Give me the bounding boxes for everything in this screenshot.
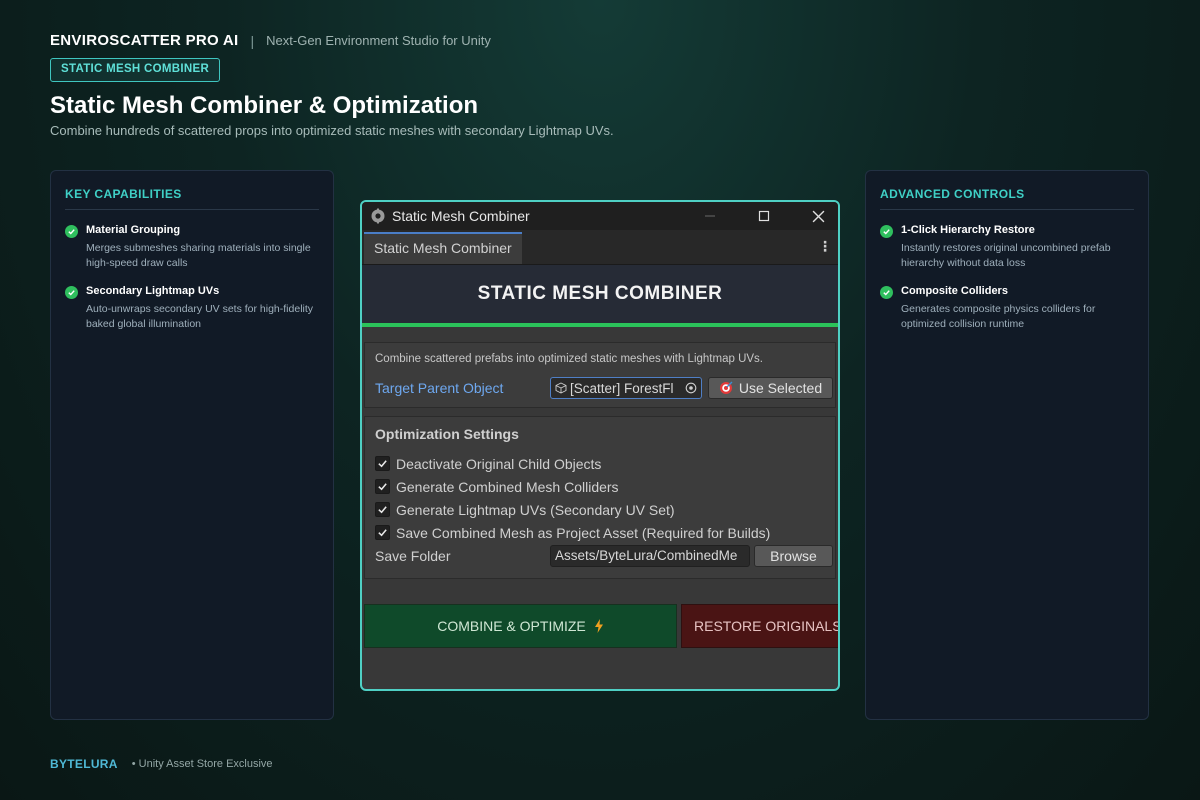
option-generate-lightmap-uvs[interactable]: Generate Lightmap UVs (Secondary UV Set)	[375, 498, 825, 521]
check-circle-icon	[880, 225, 893, 238]
feature-description: Merges submeshes sharing materials into …	[86, 241, 311, 271]
footer-note: • Unity Asset Store Exclusive	[131, 758, 273, 770]
target-object-value: [Scatter] ForestFl	[570, 380, 674, 396]
close-button[interactable]	[803, 202, 833, 230]
option-deactivate-originals[interactable]: Deactivate Original Child Objects	[375, 452, 825, 475]
unity-gear-icon	[371, 208, 385, 224]
panel-heading: KEY CAPABILITIES	[65, 187, 319, 210]
combine-label: COMBINE & OPTIMIZE	[437, 618, 586, 634]
feature-description: Auto-unwraps secondary UV sets for high-…	[86, 302, 313, 332]
feature-desc-line: Generates composite physics colliders fo…	[901, 303, 1096, 315]
feature-item: Composite Colliders Generates composite …	[880, 285, 1134, 332]
feature-title: Composite Colliders	[901, 285, 1008, 297]
advanced-controls-panel: ADVANCED CONTROLS 1-Click Hierarchy Rest…	[865, 170, 1149, 720]
option-label: Generate Combined Mesh Colliders	[396, 478, 619, 495]
close-icon	[812, 210, 824, 222]
checkbox[interactable]	[375, 456, 390, 471]
panel-heading: ADVANCED CONTROLS	[880, 187, 1134, 210]
editor-tab-bar: Static Mesh Combiner ⋮	[362, 230, 838, 265]
save-folder-field[interactable]: Assets/ByteLura/CombinedMe	[550, 545, 750, 567]
feature-title: Material Grouping	[86, 224, 181, 236]
checkmark-icon	[378, 460, 387, 468]
object-picker-icon[interactable]	[685, 382, 697, 394]
tool-description: Combine scattered prefabs into optimized…	[375, 353, 763, 365]
section-badge: STATIC MESH COMBINER	[50, 58, 221, 82]
checkmark-icon	[378, 506, 387, 514]
footer-brand: BYTELURA	[50, 757, 118, 771]
feature-item: Secondary Lightmap UVs Auto-unwraps seco…	[65, 285, 319, 332]
feature-description: Generates composite physics colliders fo…	[901, 302, 1095, 332]
use-selected-button[interactable]: Use Selected	[708, 377, 833, 399]
window-titlebar[interactable]: Static Mesh Combiner	[362, 202, 838, 230]
option-generate-colliders[interactable]: Generate Combined Mesh Colliders	[375, 475, 825, 498]
browse-button[interactable]: Browse	[754, 545, 833, 567]
brand-header: ENVIROSCATTER PRO AI | Next-Gen Environm…	[50, 32, 491, 49]
maximize-icon	[758, 210, 770, 222]
save-folder-label: Save Folder	[375, 548, 451, 564]
restore-originals-button[interactable]: RESTORE ORIGINALS	[681, 604, 838, 648]
feature-desc-line: Auto-unwraps secondary UV sets for high-…	[86, 303, 314, 315]
window-banner: STATIC MESH COMBINER	[362, 265, 838, 323]
feature-desc-line: optimized collision runtime	[901, 318, 1025, 330]
maximize-button[interactable]	[749, 202, 779, 230]
tab-static-mesh-combiner[interactable]: Static Mesh Combiner	[364, 232, 522, 264]
page-subtitle: Combine hundreds of scattered props into…	[50, 123, 614, 138]
target-row: Target Parent Object [Scatter] ForestFl …	[375, 377, 833, 399]
target-object-field[interactable]: [Scatter] ForestFl	[550, 377, 702, 399]
kebab-menu-icon[interactable]: ⋮	[818, 238, 832, 255]
optimization-settings-section: Optimization Settings Deactivate Origina…	[364, 416, 836, 579]
cube-icon	[555, 382, 567, 394]
key-capabilities-panel: KEY CAPABILITIES Material Grouping Merge…	[50, 170, 334, 720]
option-label: Generate Lightmap UVs (Secondary UV Set)	[396, 501, 675, 518]
checkbox[interactable]	[375, 479, 390, 494]
target-icon	[719, 381, 733, 394]
checkbox[interactable]	[375, 502, 390, 517]
checkmark-icon	[378, 529, 387, 537]
window-title: Static Mesh Combiner	[392, 208, 530, 224]
feature-desc-line: baked global illumination	[86, 318, 201, 330]
feature-desc-line: Instantly restores original uncombined p…	[901, 242, 1111, 254]
check-circle-icon	[65, 225, 78, 238]
static-mesh-combiner-window: Static Mesh Combiner Static Mesh Combine…	[360, 200, 840, 691]
feature-title: Secondary Lightmap UVs	[86, 285, 220, 297]
settings-title: Optimization Settings	[375, 426, 519, 442]
brand-separator: |	[250, 32, 255, 49]
target-section: Combine scattered prefabs into optimized…	[364, 342, 836, 408]
brand-tagline: Next-Gen Environment Studio for Unity	[266, 33, 491, 48]
check-circle-icon	[65, 286, 78, 299]
check-circle-icon	[880, 286, 893, 299]
page-title: Static Mesh Combiner & Optimization	[50, 92, 479, 119]
checkbox[interactable]	[375, 525, 390, 540]
feature-description: Instantly restores original uncombined p…	[901, 241, 1111, 271]
minimize-button[interactable]	[695, 202, 725, 230]
feature-desc-line: hierarchy without data loss	[901, 257, 1026, 269]
feature-desc-line: Merges submeshes sharing materials into …	[86, 242, 311, 254]
page-footer: BYTELURA • Unity Asset Store Exclusive	[50, 757, 273, 771]
save-folder-row: Save Folder Assets/ByteLura/CombinedMe B…	[375, 544, 833, 568]
minimize-icon	[705, 215, 715, 217]
lightning-icon	[594, 619, 603, 633]
banner-accent-bar	[362, 323, 838, 327]
use-selected-label: Use Selected	[738, 380, 823, 396]
action-buttons-row: COMBINE & OPTIMIZE RESTORE ORIGINALS	[364, 604, 838, 648]
option-label: Deactivate Original Child Objects	[396, 455, 602, 472]
feature-desc-line: high-speed draw calls	[86, 257, 188, 269]
brand-name: ENVIROSCATTER PRO AI	[50, 32, 239, 49]
checkmark-icon	[378, 483, 387, 491]
option-label: Save Combined Mesh as Project Asset (Req…	[396, 524, 771, 541]
combine-optimize-button[interactable]: COMBINE & OPTIMIZE	[364, 604, 677, 648]
option-save-as-asset[interactable]: Save Combined Mesh as Project Asset (Req…	[375, 521, 825, 544]
feature-item: 1-Click Hierarchy Restore Instantly rest…	[880, 224, 1134, 271]
target-parent-label: Target Parent Object	[375, 380, 504, 396]
feature-item: Material Grouping Merges submeshes shari…	[65, 224, 319, 271]
feature-title: 1-Click Hierarchy Restore	[901, 224, 1035, 236]
